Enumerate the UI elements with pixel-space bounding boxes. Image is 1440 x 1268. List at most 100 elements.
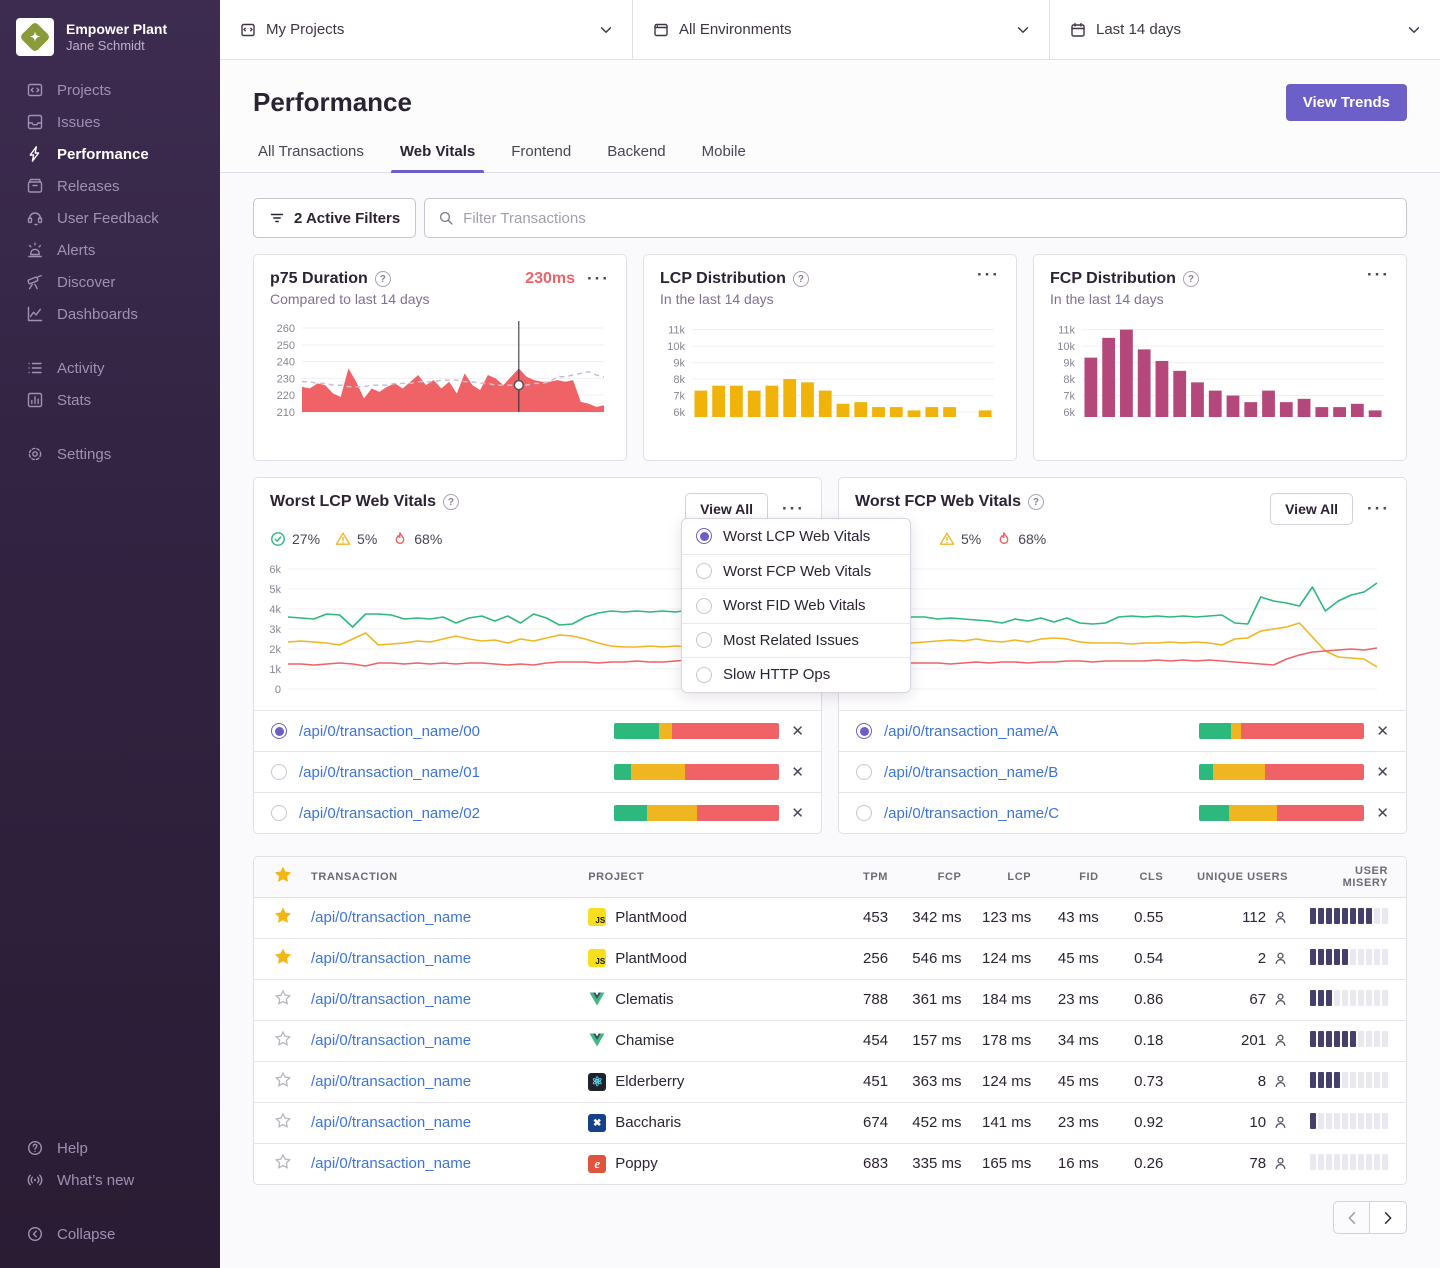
close-icon[interactable] (791, 804, 804, 822)
overflow-menu-icon[interactable] (1367, 504, 1390, 514)
tab-mobile[interactable]: Mobile (697, 143, 751, 172)
view-all-button[interactable]: View All (1270, 493, 1353, 525)
transaction-link[interactable]: /api/0/transaction_name/B (884, 764, 1187, 781)
vitals-row-radio[interactable] (271, 764, 287, 780)
close-icon[interactable] (1376, 722, 1389, 740)
column-user-misery[interactable]: User Misery (1298, 857, 1406, 897)
date-range-dropdown[interactable]: Last 14 days (1050, 0, 1440, 59)
sidebar-item-alerts[interactable]: Alerts (16, 234, 204, 266)
next-page-button[interactable] (1370, 1201, 1407, 1234)
column-fid[interactable]: FID (1041, 857, 1109, 897)
lcp-value: 141 ms (971, 1102, 1041, 1143)
overflow-menu-icon[interactable] (1367, 270, 1390, 280)
sidebar-item-issues[interactable]: Issues (16, 106, 204, 138)
fid-value: 34 ms (1041, 1020, 1109, 1061)
sidebar-item-label: Activity (57, 360, 105, 377)
search-input[interactable] (463, 210, 1393, 227)
transaction-link[interactable]: /api/0/transaction_name/A (884, 723, 1187, 740)
user-icon (1273, 951, 1288, 966)
column-unique-users[interactable]: Unique Users (1173, 857, 1298, 897)
row-star-icon[interactable] (275, 1031, 291, 1047)
column-cls[interactable]: CLS (1109, 857, 1174, 897)
view-trends-button[interactable]: View Trends (1286, 84, 1407, 121)
row-star-icon[interactable] (275, 1072, 291, 1088)
sidebar-item-user-feedback[interactable]: User Feedback (16, 202, 204, 234)
close-icon[interactable] (1376, 763, 1389, 781)
overflow-menu-icon[interactable] (782, 504, 805, 514)
menu-item-most-related-issues[interactable]: Most Related Issues (682, 623, 910, 658)
sidebar-item-performance[interactable]: Performance (16, 138, 204, 170)
vitals-row-radio[interactable] (271, 723, 287, 739)
transaction-link[interactable]: /api/0/transaction_name (311, 1073, 471, 1090)
transaction-link[interactable]: /api/0/transaction_name (311, 1155, 471, 1172)
help-icon[interactable]: ? (793, 271, 809, 287)
star-header-icon[interactable] (275, 867, 291, 883)
project-name: PlantMood (615, 909, 687, 926)
row-star-icon[interactable] (275, 908, 291, 924)
active-filters-button[interactable]: 2 Active Filters (253, 198, 416, 238)
tab-all-transactions[interactable]: All Transactions (253, 143, 369, 172)
sidebar-item-help[interactable]: Help (16, 1132, 204, 1164)
cls-value: 0.55 (1109, 897, 1174, 938)
help-icon[interactable]: ? (375, 271, 391, 287)
transaction-link[interactable]: /api/0/transaction_name/00 (299, 723, 602, 740)
column-project[interactable]: Project (578, 857, 837, 897)
tab-frontend[interactable]: Frontend (506, 143, 576, 172)
help-icon[interactable]: ? (1183, 271, 1199, 287)
check-circle-icon (270, 531, 286, 547)
tab-backend[interactable]: Backend (602, 143, 670, 172)
column-tpm[interactable]: TPM (837, 857, 898, 897)
help-icon[interactable]: ? (443, 494, 459, 510)
help-icon[interactable]: ? (1028, 494, 1044, 510)
vitals-row-radio[interactable] (856, 723, 872, 739)
row-star-icon[interactable] (275, 949, 291, 965)
transaction-link[interactable]: /api/0/transaction_name/02 (299, 805, 602, 822)
sidebar-collapse-button[interactable]: Collapse (16, 1218, 204, 1250)
column-fcp[interactable]: FCP (898, 857, 971, 897)
sidebar-item-activity[interactable]: Activity (16, 352, 204, 384)
row-star-icon[interactable] (275, 1154, 291, 1170)
previous-page-button[interactable] (1333, 1201, 1370, 1234)
environment-filter-dropdown[interactable]: All Environments (633, 0, 1050, 59)
menu-item-worst-fcp[interactable]: Worst FCP Web Vitals (682, 554, 910, 589)
table-row: /api/0/transaction_nameClematis788361 ms… (254, 979, 1406, 1020)
row-star-icon[interactable] (275, 1113, 291, 1129)
sidebar-item-releases[interactable]: Releases (16, 170, 204, 202)
close-icon[interactable] (791, 763, 804, 781)
sidebar-item-dashboards[interactable]: Dashboards (16, 298, 204, 330)
vitals-row-radio[interactable] (271, 805, 287, 821)
close-icon[interactable] (1376, 804, 1389, 822)
sidebar-item-whats-new[interactable]: What’s new (16, 1164, 204, 1196)
transaction-link[interactable]: /api/0/transaction_name (311, 1032, 471, 1049)
overflow-menu-icon[interactable] (977, 270, 1000, 280)
column-lcp[interactable]: LCP (971, 857, 1041, 897)
sidebar-item-stats[interactable]: Stats (16, 384, 204, 416)
vitals-row-radio[interactable] (856, 764, 872, 780)
overflow-menu-icon[interactable] (587, 274, 610, 284)
menu-item-worst-lcp[interactable]: Worst LCP Web Vitals (682, 519, 910, 554)
transaction-link[interactable]: /api/0/transaction_name/01 (299, 764, 602, 781)
sidebar-item-projects[interactable]: Projects (16, 74, 204, 106)
org-switcher[interactable]: ✦ Empower Plant Jane Schmidt (0, 14, 220, 74)
transaction-link[interactable]: /api/0/transaction_name (311, 1114, 471, 1131)
menu-item-slow-http-ops[interactable]: Slow HTTP Ops (682, 657, 910, 692)
menu-item-worst-fid[interactable]: Worst FID Web Vitals (682, 588, 910, 623)
project-icon: ⚛ (588, 1073, 606, 1091)
tab-web-vitals[interactable]: Web Vitals (395, 143, 480, 172)
transaction-link[interactable]: /api/0/transaction_name (311, 909, 471, 926)
vitals-row-radio[interactable] (856, 805, 872, 821)
close-icon[interactable] (791, 722, 804, 740)
sidebar-item-settings[interactable]: Settings (16, 438, 204, 470)
row-star-icon[interactable] (275, 990, 291, 1006)
project-filter-dropdown[interactable]: My Projects (220, 0, 633, 59)
column-transaction[interactable]: Transaction (301, 857, 578, 897)
svg-text:6k: 6k (673, 407, 685, 419)
vitals-transaction-row: /api/0/transaction_name/A (839, 710, 1406, 751)
transaction-link[interactable]: /api/0/transaction_name (311, 950, 471, 967)
svg-text:1k: 1k (269, 664, 281, 676)
sidebar-item-discover[interactable]: Discover (16, 266, 204, 298)
svg-text:9k: 9k (673, 358, 685, 370)
transaction-link[interactable]: /api/0/transaction_name/C (884, 805, 1187, 822)
sidebar-item-label: Performance (57, 146, 149, 163)
transaction-link[interactable]: /api/0/transaction_name (311, 991, 471, 1008)
